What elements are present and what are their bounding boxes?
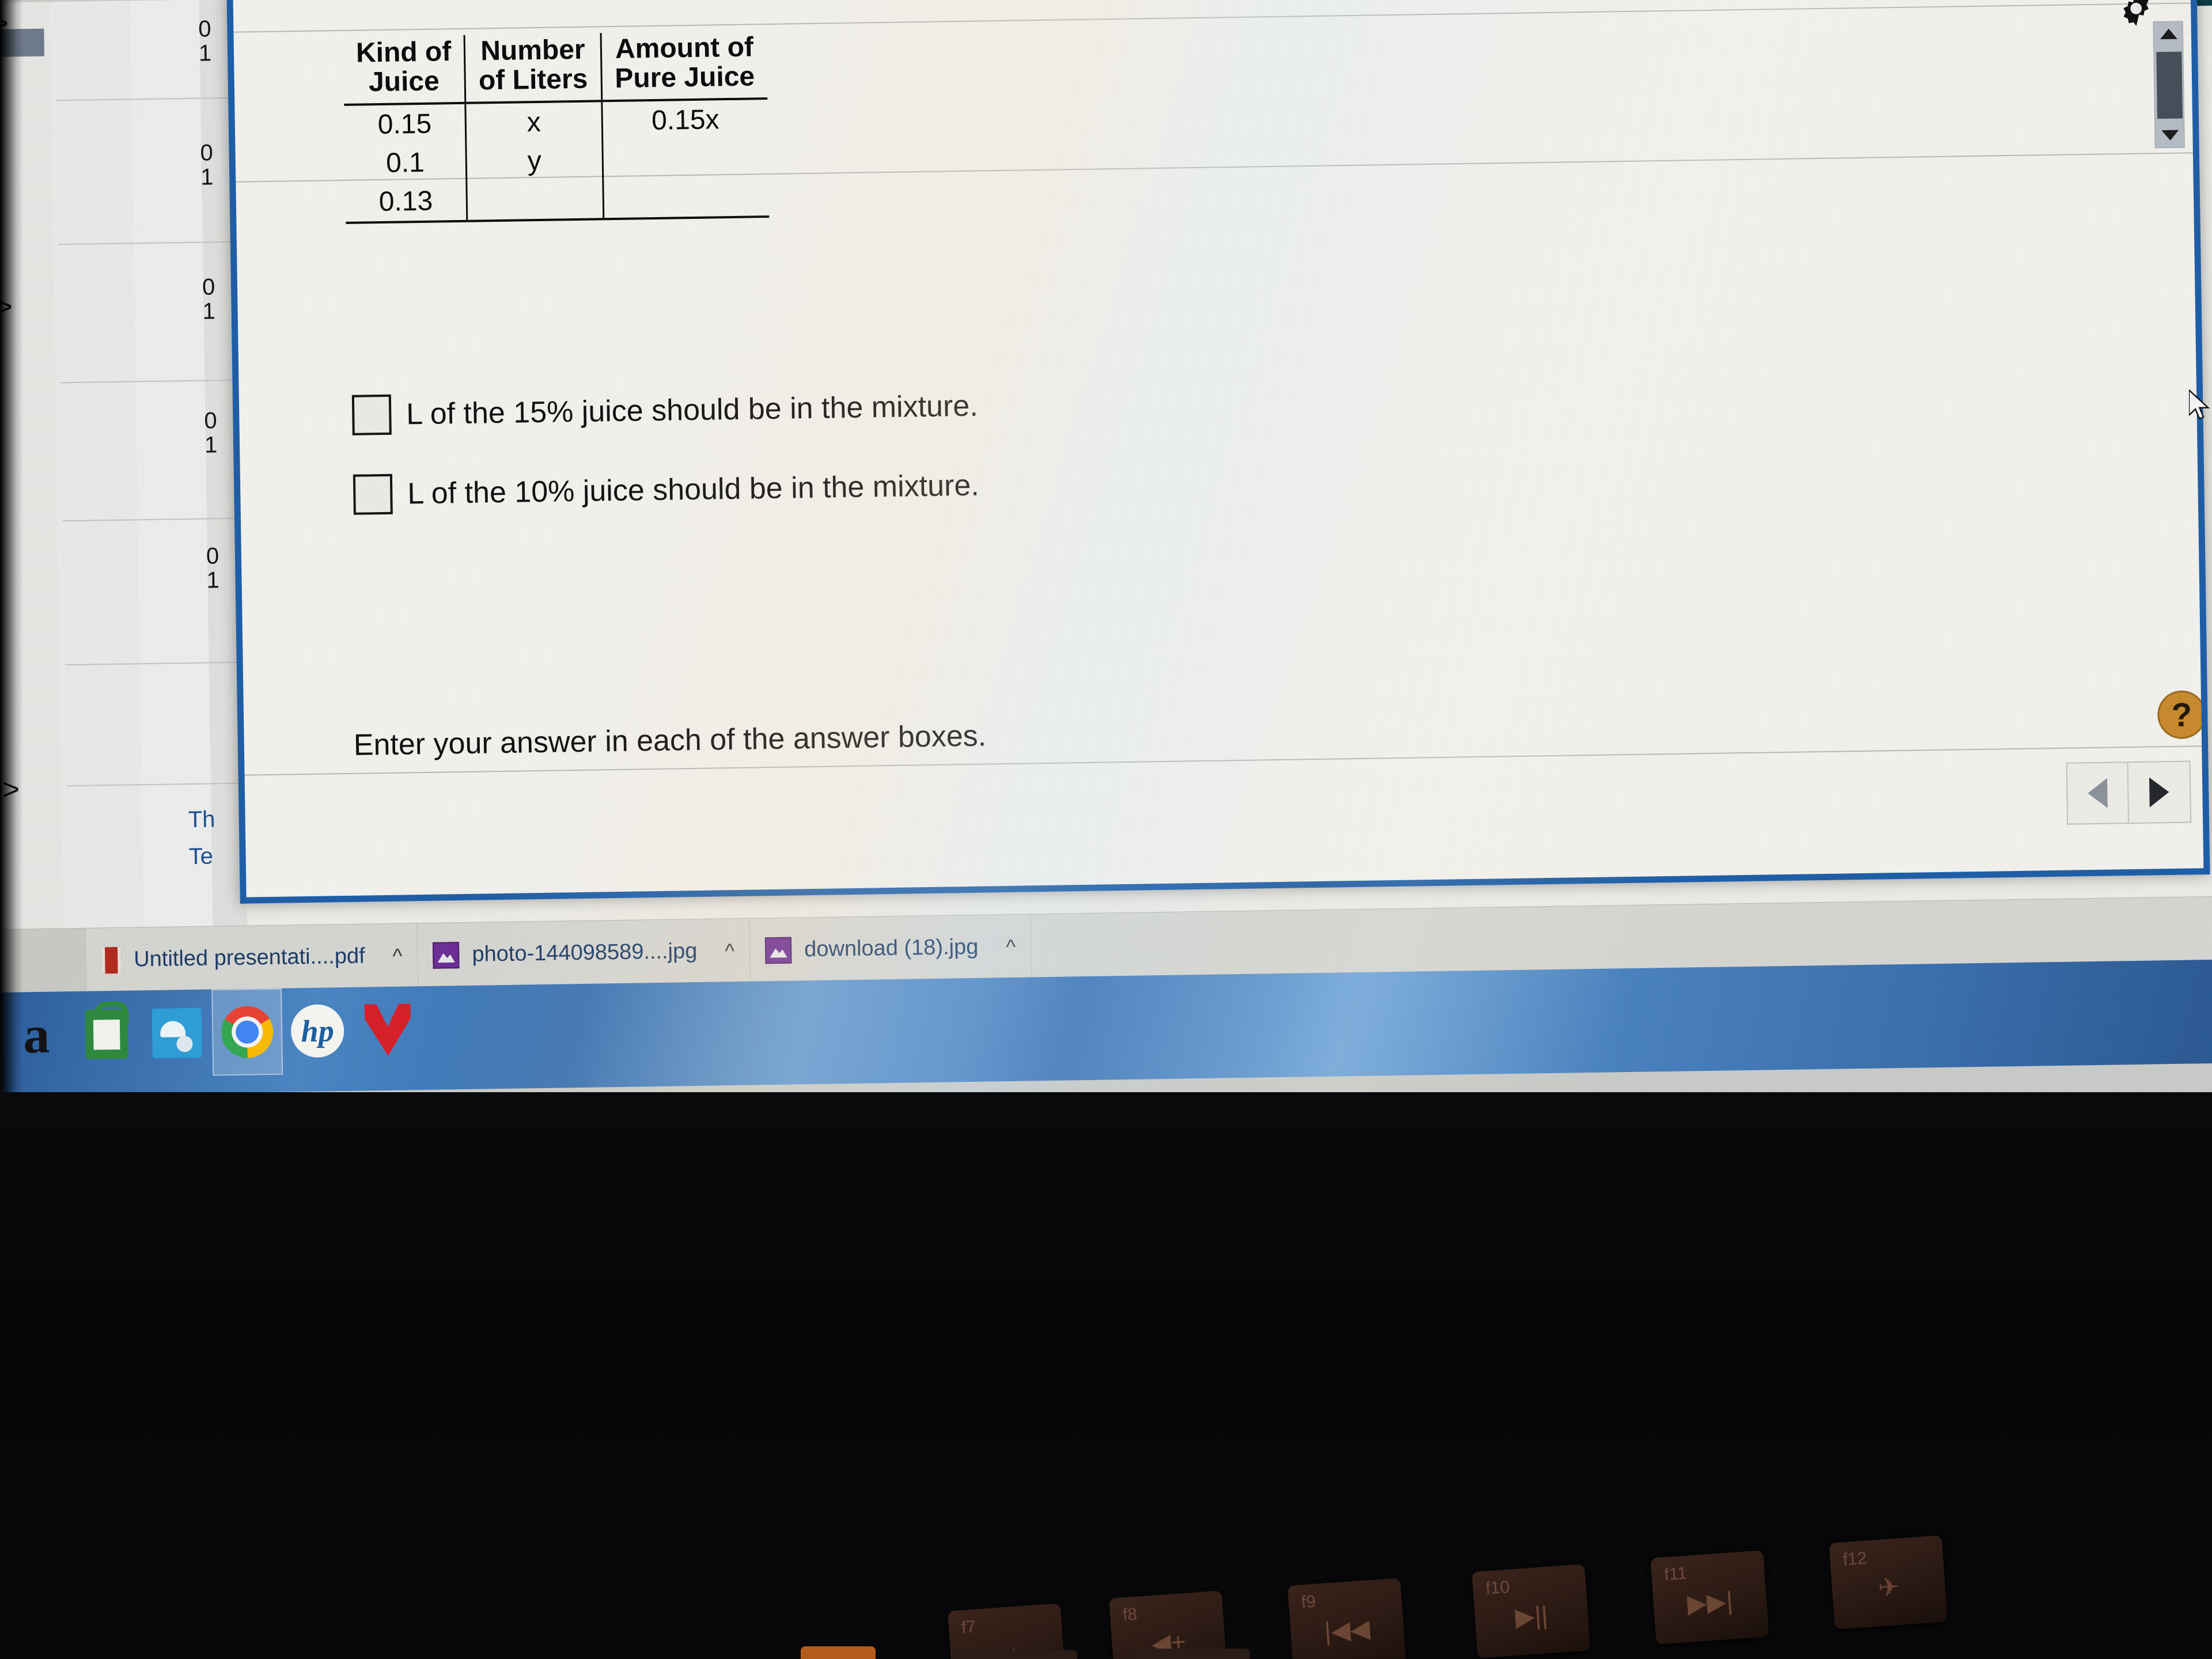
download-filename: Untitled presentati....pdf — [133, 944, 365, 972]
key-f9[interactable]: f9 |◀◀ — [1287, 1578, 1406, 1659]
instruction-text: Enter your answer in each of the answer … — [353, 719, 987, 762]
key-fn-label: f11 — [1663, 1563, 1688, 1585]
sidebar-score-4: 01 — [204, 408, 218, 458]
exercise-dialog: juice to get 8 liters of a mixture that … — [226, 0, 2210, 904]
cell-liters-2: y — [466, 141, 603, 181]
cell-kind-2: 0.1 — [385, 147, 425, 179]
table-header-row: Kind of Juice Number of Liters Amount of — [343, 31, 768, 105]
download-item-photo[interactable]: photo-144098589....jpg ^ — [417, 918, 751, 988]
previous-question-button[interactable] — [2066, 762, 2130, 825]
key-f10[interactable]: f10 ▶|| — [1472, 1564, 1590, 1658]
download-item-pdf[interactable]: Untitled presentati....pdf ^ — [86, 923, 419, 993]
microsoft-store-icon — [85, 1009, 128, 1059]
answer-input-10-percent[interactable] — [353, 474, 393, 515]
question-text: juice to get 8 liters of a mixture that … — [262, 0, 1397, 1]
sidebar-link-1[interactable]: Th — [188, 805, 215, 834]
sidebar-score-3: 01 — [202, 274, 216, 324]
key-fn-label: f9 — [1300, 1592, 1317, 1612]
answer-row-15-percent: L of the 15% juice should be in the mixt… — [351, 386, 979, 435]
key-power-indicator — [801, 1646, 876, 1659]
key-fn-label: f12 — [1842, 1548, 1868, 1570]
juice-mixture-table: Kind of Juice Number of Liters Amount of — [343, 31, 770, 224]
laptop-photo: pts possible > > > — [0, 0, 2212, 1659]
next-question-button[interactable] — [2128, 760, 2192, 824]
dialog-scrollbar[interactable] — [2153, 21, 2185, 149]
answer-row-10-percent: L of the 10% juice should be in the mixt… — [353, 465, 979, 515]
column-header-amount-of-pure-juice: Amount of Pure Juice — [600, 31, 768, 101]
taskbar-app-microsoft-store[interactable] — [71, 990, 142, 1078]
keyboard-function-row: f7 ◄ f8 ◀+ f9 |◀◀ f10 ▶|| f11 ▶▶| f12 ✈ — [0, 1535, 2212, 1659]
cell-liters-3 — [467, 179, 604, 221]
column-header-kind-of-juice: Kind of Juice — [343, 35, 466, 105]
scroll-down-arrow-icon[interactable] — [2155, 123, 2186, 148]
key-fn-label: f7 — [960, 1617, 977, 1638]
gear-icon[interactable] — [2115, 0, 2158, 30]
cell-kind-3: 0.13 — [345, 181, 468, 223]
cell-kind-1: 0.15 — [377, 108, 432, 140]
chrome-icon — [221, 1005, 274, 1059]
table-row: 0.13 — [345, 176, 770, 223]
answer-input-15-percent[interactable] — [351, 394, 392, 435]
key-glyph: ▶|| — [1514, 1601, 1549, 1632]
key-f11[interactable]: f11 ▶▶| — [1650, 1550, 1769, 1645]
taskbar-app-mcafee[interactable] — [352, 986, 423, 1074]
chevron-up-icon[interactable]: ^ — [392, 944, 403, 968]
mcafee-shield-icon — [364, 1003, 411, 1056]
cell-pure-3 — [603, 176, 770, 219]
answer-label-15-percent: L of the 15% juice should be in the mixt… — [406, 389, 979, 431]
question-sidebar: > > > 01 01 01 — [0, 0, 248, 959]
key-glyph: |◀◀ — [1323, 1614, 1371, 1646]
laptop-screen: pts possible > > > — [0, 0, 2212, 1094]
column-header-number-of-liters: Number of Liters — [464, 33, 602, 103]
chevron-up-icon[interactable]: ^ — [725, 939, 735, 963]
key-f12[interactable]: f12 ✈ — [1829, 1535, 1948, 1630]
taskbar-app-weather[interactable] — [141, 990, 213, 1077]
answer-label-10-percent: L of the 10% juice should be in the mixt… — [407, 468, 980, 511]
mouse-cursor-icon — [2189, 389, 2210, 420]
hp-icon: hp — [290, 1004, 344, 1058]
amazon-icon: a — [22, 1005, 50, 1065]
key-fn-label: f8 — [1122, 1604, 1138, 1625]
sidebar-score-5: 01 — [206, 543, 220, 593]
navigation-buttons — [2066, 760, 2192, 825]
key-row-edge-1 — [956, 1650, 1077, 1659]
key-fn-label: f10 — [1484, 1577, 1510, 1599]
key-glyph: ▶▶| — [1686, 1586, 1734, 1619]
browser-viewport: pts possible > > > — [0, 0, 2212, 1094]
table-row: 0.15 x 0.15x — [344, 98, 768, 145]
help-icon[interactable]: ? — [2157, 690, 2204, 740]
key-glyph: ✈ — [1877, 1573, 1900, 1603]
download-item-download18[interactable]: download (18).jpg ^ — [749, 914, 1032, 983]
download-filename: photo-144098589....jpg — [472, 938, 698, 967]
taskbar-app-chrome[interactable] — [211, 988, 283, 1076]
question-text-clipped: juice to get 8 liters of a mixture that … — [233, 0, 2203, 35]
cell-liters-1: x — [465, 101, 603, 143]
key-row-edge-2 — [1129, 1649, 1250, 1659]
table-row: 0.1 y — [344, 138, 769, 183]
sidebar-column-b — [49, 1, 145, 959]
image-file-icon — [764, 937, 792, 964]
chevron-up-icon[interactable]: ^ — [1006, 934, 1016, 959]
cell-pure-1: 0.15x — [601, 98, 768, 141]
cell-pure-2 — [602, 138, 769, 180]
scrollbar-thumb[interactable] — [2156, 51, 2183, 119]
pdf-file-icon — [101, 946, 122, 974]
scroll-up-arrow-icon[interactable] — [2154, 22, 2184, 47]
taskbar-app-hp[interactable]: hp — [282, 987, 353, 1075]
sidebar-score-2: 01 — [200, 140, 214, 190]
sidebar-score-1: 01 — [198, 16, 212, 66]
download-filename: download (18).jpg — [804, 934, 979, 962]
image-file-icon — [433, 941, 460, 969]
sidebar-link-2[interactable]: Te — [188, 842, 213, 871]
weather-cloud-icon — [151, 1007, 202, 1059]
